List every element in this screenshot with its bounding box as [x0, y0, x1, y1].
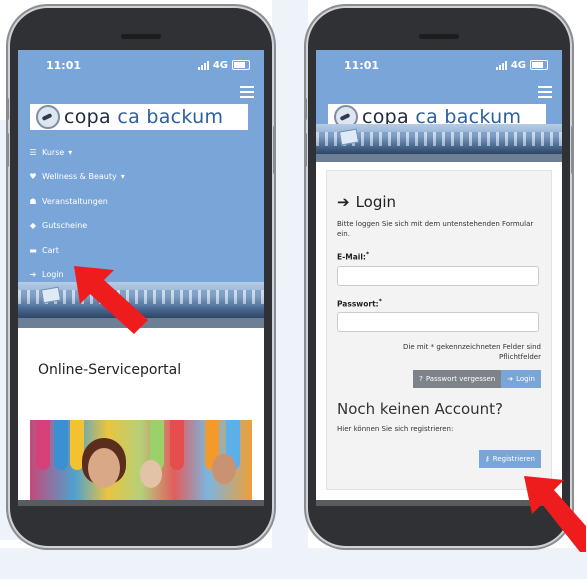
- status-indicators: 4G: [495, 59, 548, 71]
- red-arrow-pointer: [524, 476, 586, 552]
- login-actions: ? Passwort vergessen ➔ Login: [337, 366, 541, 388]
- side-button: [304, 98, 307, 120]
- background-shape: [0, 548, 587, 579]
- required-mark: *: [378, 297, 382, 305]
- person-face: [212, 454, 236, 484]
- register-button[interactable]: ⚷ Registrieren: [478, 450, 541, 468]
- sign-in-icon: ➔: [507, 375, 514, 383]
- person-face: [88, 448, 120, 488]
- signal-icon: [197, 60, 209, 70]
- tag-icon: ◆: [29, 221, 37, 231]
- pool-banner-image: [316, 124, 562, 154]
- signal-icon: [495, 60, 507, 70]
- nav-label: Kurse: [42, 147, 65, 157]
- password-label: Passwort:*: [337, 298, 541, 309]
- network-label: 4G: [212, 59, 228, 71]
- caret-down-icon: ▾: [120, 172, 125, 182]
- home-bar: [18, 500, 264, 506]
- clock: 11:01: [344, 58, 380, 72]
- side-button: [304, 133, 307, 167]
- noodle: [36, 420, 50, 470]
- side-button: [6, 98, 9, 120]
- pool-sign: [40, 286, 62, 304]
- site-header: copa ca backum: [316, 80, 562, 130]
- password-field[interactable]: [337, 312, 539, 332]
- account-heading: Noch keinen Account?: [337, 400, 504, 418]
- status-bar: 11:01 4G: [18, 50, 264, 80]
- person-face: [140, 460, 162, 488]
- phone-right: 11:01 4G copa ca backum ➔ Login Bitte log…: [304, 8, 574, 546]
- speaker: [419, 34, 459, 39]
- forgot-password-button[interactable]: ? Passwort vergessen: [413, 370, 502, 388]
- noodle: [170, 420, 184, 470]
- login-button-label: Login: [516, 375, 535, 383]
- login-button[interactable]: ➔ Login: [501, 370, 541, 388]
- caret-down-icon: ▾: [68, 147, 73, 157]
- side-button: [273, 126, 276, 174]
- side-button: [571, 126, 574, 174]
- nav-label: Veranstaltungen: [42, 196, 108, 206]
- logo-word-copa: copa: [64, 106, 111, 128]
- login-card: ➔ Login Bitte loggen Sie sich mit dem unt…: [326, 170, 552, 490]
- sign-in-icon: ➔: [337, 193, 350, 211]
- side-button: [6, 133, 9, 167]
- nav-item-veranstaltungen[interactable]: ☗ Veranstaltungen: [28, 189, 125, 214]
- speaker: [121, 34, 161, 39]
- pool-photo: [30, 420, 252, 500]
- forgot-password-label: Passwort vergessen: [425, 375, 496, 383]
- status-indicators: 4G: [197, 59, 250, 71]
- background-shape: [272, 0, 308, 579]
- hamburger-menu-icon[interactable]: [240, 86, 254, 101]
- register-intro: Hier können Sie sich registrieren:: [337, 425, 454, 433]
- banner-shadow: [316, 154, 562, 162]
- nav-label: Login: [42, 270, 64, 280]
- pool-sign: [338, 128, 360, 146]
- red-arrow-pointer: [74, 266, 148, 334]
- hamburger-menu-icon[interactable]: [538, 86, 552, 101]
- site-logo[interactable]: copa ca backum: [30, 104, 248, 130]
- key-icon: ⚷: [484, 455, 490, 463]
- nav-item-kurse[interactable]: ☰ Kurse ▾: [28, 140, 125, 165]
- nav-label: Wellness & Beauty: [42, 172, 117, 182]
- swimmer-logo-icon: [36, 105, 60, 129]
- required-mark: *: [365, 251, 370, 258]
- battery-icon: [530, 60, 548, 70]
- email-field[interactable]: [337, 265, 539, 286]
- question-icon: ?: [419, 375, 423, 383]
- phone-screen: 11:01 4G copa ca backum ➔ Login Bitte log…: [316, 50, 562, 500]
- nav-label: Cart: [42, 245, 59, 255]
- login-title-text: Login: [355, 193, 397, 211]
- battery-icon: [232, 60, 250, 70]
- list-icon: ☰: [29, 147, 37, 157]
- register-button-label: Registrieren: [492, 455, 535, 463]
- clock: 11:01: [46, 58, 82, 72]
- nav-label: Gutscheine: [42, 221, 88, 231]
- page-title: Online-Serviceportal: [38, 362, 182, 378]
- login-intro: Bitte loggen Sie sich mit dem untenstehe…: [337, 220, 534, 238]
- sign-in-icon: ➔: [29, 270, 37, 280]
- email-label: E-Mail:*: [337, 251, 541, 262]
- required-note: Die mit * gekennzeichneten Felder sind P…: [403, 343, 541, 361]
- register-actions: ⚷ Registrieren: [337, 446, 541, 468]
- people-icon: ☗: [29, 196, 37, 206]
- login-heading: ➔ Login: [337, 193, 541, 211]
- nav-item-gutscheine[interactable]: ◆ Gutscheine: [28, 214, 125, 239]
- cart-icon: ▬: [29, 245, 37, 255]
- email-label-text: E-Mail:: [337, 252, 366, 262]
- network-label: 4G: [510, 59, 526, 71]
- heart-icon: ♥: [29, 172, 37, 182]
- nav-item-wellness[interactable]: ♥ Wellness & Beauty ▾: [28, 165, 125, 190]
- status-bar: 11:01 4G: [316, 50, 562, 80]
- logo-text: copa ca backum: [64, 106, 223, 128]
- logo-word-ca: ca: [117, 106, 141, 128]
- password-label-text: Passwort:: [337, 299, 379, 308]
- logo-word-backum: backum: [146, 106, 224, 128]
- noodle: [54, 420, 68, 470]
